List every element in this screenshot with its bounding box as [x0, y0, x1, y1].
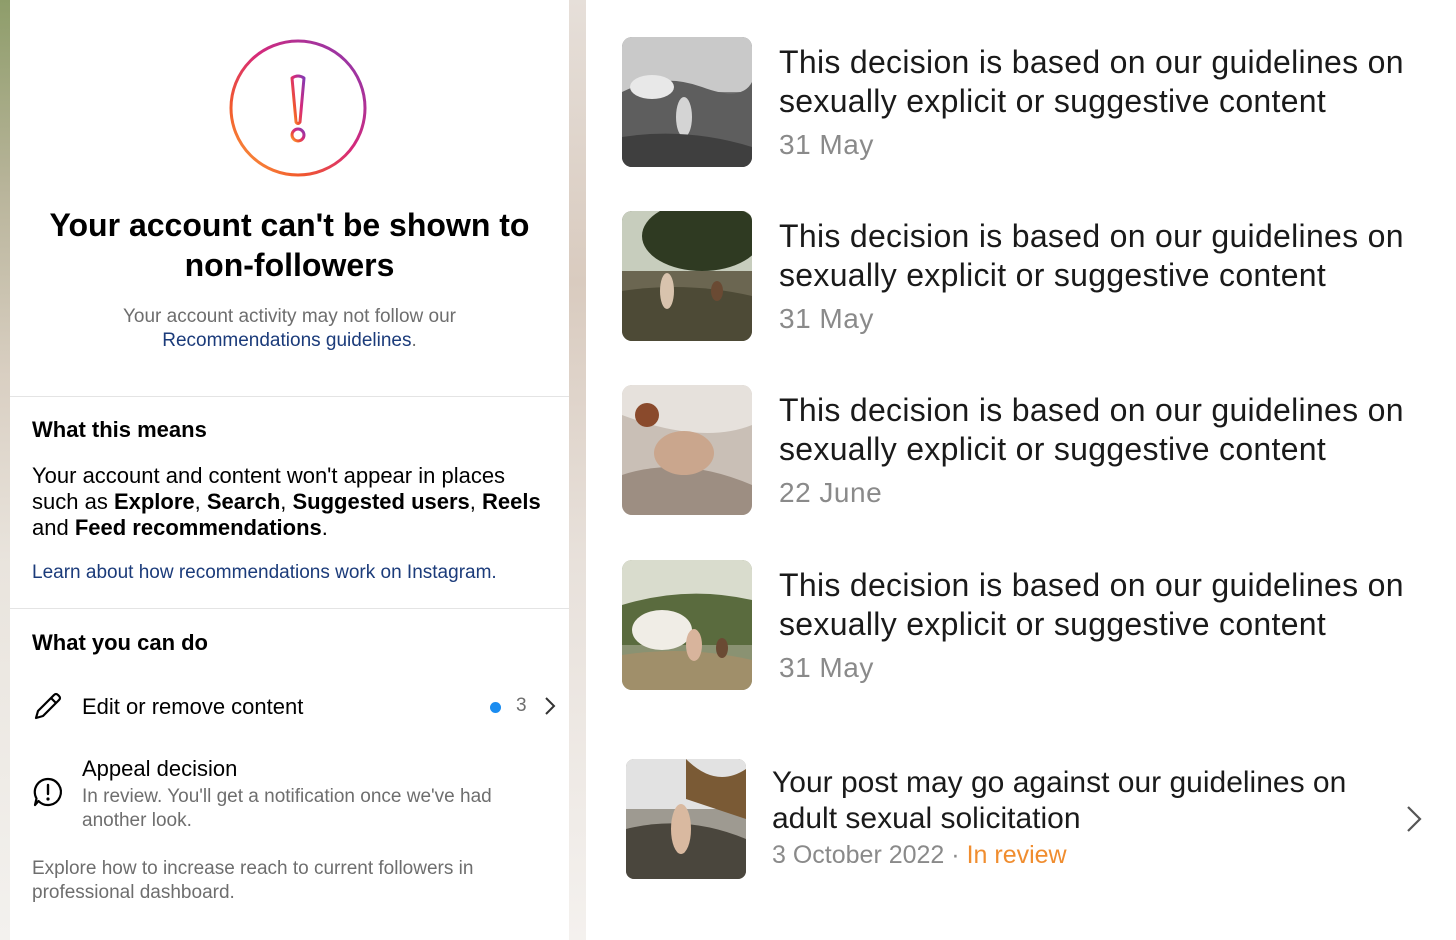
post-thumbnail	[622, 385, 752, 515]
post-thumbnail	[626, 759, 746, 879]
meta-separator: ·	[951, 841, 960, 869]
decision-item[interactable]: This decision is based on our guidelines…	[622, 385, 1442, 515]
edit-remove-content-label: Edit or remove content	[82, 694, 304, 719]
post-review-row[interactable]: Your post may go against our guidelines …	[626, 757, 1426, 881]
section-title-what-you-can-do: What you can do	[32, 630, 208, 655]
body-and: and	[32, 515, 75, 540]
status-description-text: Your account activity may not follow our	[122, 306, 457, 327]
learn-recommendations-link[interactable]: Learn about how recommendations work on …	[32, 562, 497, 584]
exclamation-circle-icon	[229, 39, 367, 177]
post-date: 3 October 2022	[772, 841, 945, 869]
account-status-panel: Your account can't be shown to non-follo…	[10, 0, 569, 940]
post-thumbnail	[622, 211, 752, 341]
divider	[10, 608, 569, 609]
unread-dot	[490, 702, 501, 713]
appeal-status-text: In review. You'll get a notification onc…	[82, 786, 492, 831]
decision-text: This decision is based on our guidelines…	[779, 218, 1404, 293]
chevron-right-icon	[1407, 806, 1422, 832]
decision-text: This decision is based on our guidelines…	[779, 44, 1404, 119]
edit-remove-content-row[interactable]: Edit or remove content 3	[32, 686, 562, 730]
decision-date: 31 May	[779, 652, 874, 683]
feed-recommendations-term: Feed recommendations	[74, 515, 322, 540]
post-thumbnail	[622, 37, 752, 167]
status-description: Your account activity may not follow our…	[30, 305, 549, 353]
body-comma: ,	[194, 489, 207, 514]
speech-exclamation-icon	[33, 777, 62, 807]
appeal-decision-title[interactable]: Appeal decision	[82, 756, 237, 782]
body-comma: ,	[469, 489, 483, 514]
edit-count-badge: 3	[516, 695, 527, 716]
decision-item[interactable]: This decision is based on our guidelines…	[622, 211, 1442, 341]
suggested-users-term: Suggested users	[292, 489, 470, 514]
post-guideline-text: Your post may go against our guidelines …	[772, 766, 1347, 835]
recommendations-guidelines-link[interactable]: Recommendations guidelines	[162, 330, 411, 351]
professional-dashboard-hint: Explore how to increase reach to current…	[32, 858, 474, 903]
decision-text: This decision is based on our guidelines…	[779, 567, 1404, 642]
chevron-right-icon	[545, 697, 556, 715]
decision-date: 22 June	[779, 477, 883, 508]
body-comma: ,	[280, 489, 293, 514]
left-edge-strip	[0, 0, 10, 940]
panel-divider	[569, 0, 586, 940]
reels-term: Reels	[482, 489, 541, 514]
post-meta: 3 October 2022 · In review	[772, 841, 1067, 870]
status-badge: In review	[966, 841, 1067, 869]
decisions-panel: This decision is based on our guidelines…	[586, 0, 1456, 940]
divider	[10, 396, 569, 397]
decision-date: 31 May	[779, 303, 874, 334]
decision-text: This decision is based on our guidelines…	[779, 392, 1404, 467]
section-title-what-this-means: What this means	[32, 417, 207, 442]
body-period: .	[321, 515, 328, 540]
pencil-icon	[34, 692, 62, 720]
page-title: Your account can't be shown to non-follo…	[49, 207, 530, 283]
decision-item[interactable]: This decision is based on our guidelines…	[622, 37, 1442, 167]
explore-term: Explore	[113, 489, 195, 514]
decision-item[interactable]: This decision is based on our guidelines…	[622, 560, 1442, 690]
decision-date: 31 May	[779, 129, 874, 160]
status-description-period: .	[411, 330, 417, 351]
search-term: Search	[206, 489, 281, 514]
what-this-means-body: Your account and content won't appear in…	[32, 463, 557, 541]
post-thumbnail	[622, 560, 752, 690]
